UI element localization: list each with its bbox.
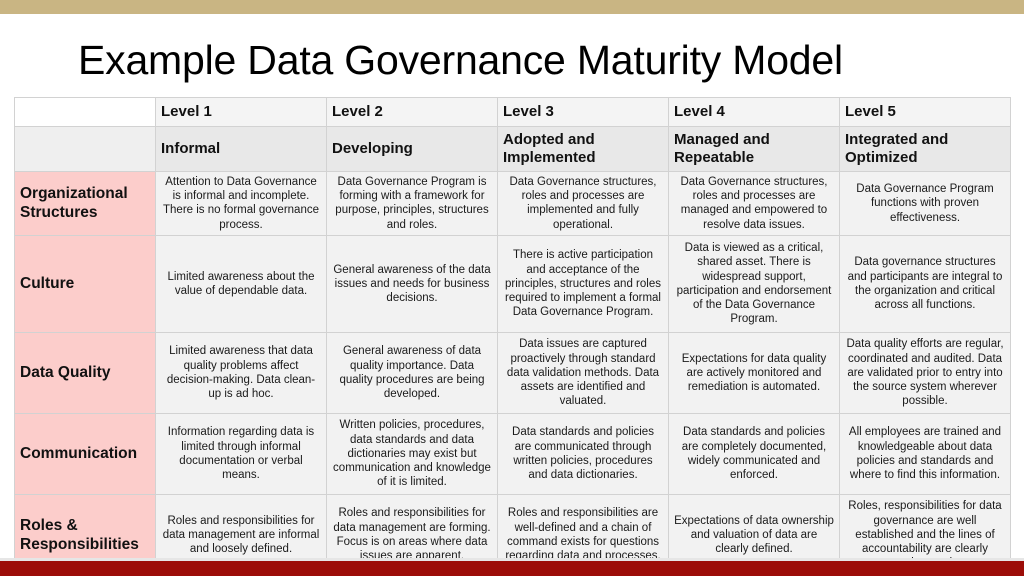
header-level-3-number: Level 3 xyxy=(497,97,669,127)
cell-organizational-structures-level-1: Attention to Data Governance is informal… xyxy=(155,171,327,236)
cell-culture-level-3: There is active participation and accept… xyxy=(497,234,669,333)
table-corner-cell xyxy=(14,97,156,127)
cell-organizational-structures-level-4: Data Governance structures, roles and pr… xyxy=(668,171,840,236)
header-level-2-name: Developing xyxy=(326,126,498,172)
table-row: Communication Information regarding data… xyxy=(14,412,1011,495)
cell-culture-level-2: General awareness of the data issues and… xyxy=(326,234,498,333)
cell-culture-level-5: Data governance structures and participa… xyxy=(839,234,1011,333)
cell-communication-level-1: Information regarding data is limited th… xyxy=(155,412,327,495)
cell-organizational-structures-level-5: Data Governance Program functions with p… xyxy=(839,171,1011,236)
cell-culture-level-1: Limited awareness about the value of dep… xyxy=(155,234,327,333)
cell-data-quality-level-3: Data issues are captured proactively thr… xyxy=(497,331,669,414)
table-row: Culture Limited awareness about the valu… xyxy=(14,234,1011,333)
table-header-level-names: Informal Developing Adopted and Implemen… xyxy=(14,126,1011,172)
row-header-communication: Communication xyxy=(14,412,156,495)
header-level-1-name: Informal xyxy=(155,126,327,172)
cell-data-quality-level-2: General awareness of data quality import… xyxy=(326,331,498,414)
header-level-4-number: Level 4 xyxy=(668,97,840,127)
table-row: Data Quality Limited awareness that data… xyxy=(14,331,1011,414)
cell-data-quality-level-4: Expectations for data quality are active… xyxy=(668,331,840,414)
top-decorative-bar xyxy=(0,0,1024,14)
cell-organizational-structures-level-3: Data Governance structures, roles and pr… xyxy=(497,171,669,236)
maturity-model-table: Level 1 Level 2 Level 3 Level 4 Level 5 … xyxy=(14,97,1011,576)
cell-communication-level-5: All employees are trained and knowledgea… xyxy=(839,412,1011,495)
page-title: Example Data Governance Maturity Model xyxy=(78,37,843,83)
header-level-4-name: Managed and Repeatable xyxy=(668,126,840,172)
cell-communication-level-4: Data standards and policies are complete… xyxy=(668,412,840,495)
row-header-data-quality: Data Quality xyxy=(14,331,156,414)
row-header-organizational-structures: Organizational Structures xyxy=(14,171,156,236)
row-header-culture: Culture xyxy=(14,234,156,333)
header-level-3-name: Adopted and Implemented xyxy=(497,126,669,172)
table-corner-cell-2 xyxy=(14,126,156,172)
table-row: Organizational Structures Attention to D… xyxy=(14,171,1011,236)
header-level-1-number: Level 1 xyxy=(155,97,327,127)
bottom-decorative-bar xyxy=(0,561,1024,576)
cell-culture-level-4: Data is viewed as a critical, shared ass… xyxy=(668,234,840,333)
header-level-5-name: Integrated and Optimized xyxy=(839,126,1011,172)
header-level-2-number: Level 2 xyxy=(326,97,498,127)
cell-data-quality-level-5: Data quality efforts are regular, coordi… xyxy=(839,331,1011,414)
header-level-5-number: Level 5 xyxy=(839,97,1011,127)
table-header-level-numbers: Level 1 Level 2 Level 3 Level 4 Level 5 xyxy=(14,97,1011,127)
cell-data-quality-level-1: Limited awareness that data quality prob… xyxy=(155,331,327,414)
cell-communication-level-2: Written policies, procedures, data stand… xyxy=(326,412,498,495)
cell-organizational-structures-level-2: Data Governance Program is forming with … xyxy=(326,171,498,236)
cell-communication-level-3: Data standards and policies are communic… xyxy=(497,412,669,495)
